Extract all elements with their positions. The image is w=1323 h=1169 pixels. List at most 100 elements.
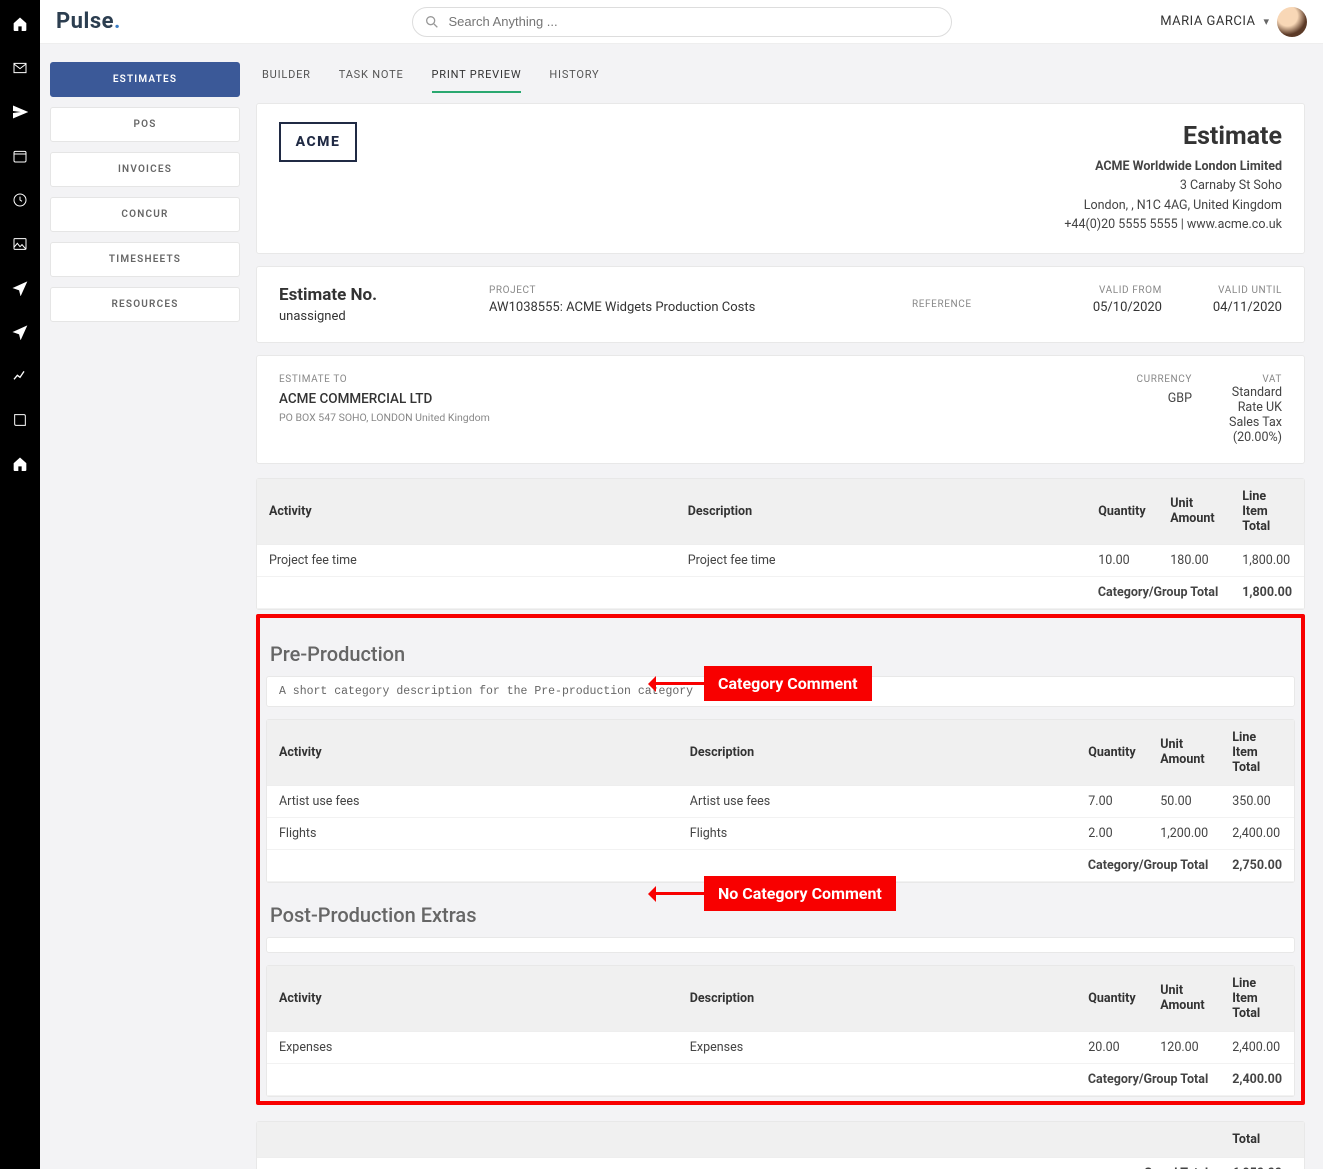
book-icon[interactable]	[12, 412, 28, 428]
location-icon[interactable]	[12, 280, 28, 296]
sidebar-item-estimates[interactable]: ESTIMATES	[50, 62, 240, 97]
annotation-tag-1: Category Comment	[704, 666, 872, 701]
tab-task-note[interactable]: TASK NOTE	[339, 62, 404, 93]
tabs: BUILDER TASK NOTE PRINT PREVIEW HISTORY	[256, 54, 1305, 93]
cell-description: Artist use fees	[678, 785, 1076, 817]
annotation-highlight: Category Comment No Category Comment Pre…	[256, 614, 1305, 1105]
cell-activity: Artist use fees	[267, 785, 678, 817]
category-comment-post	[266, 937, 1295, 953]
arrow-icon	[650, 682, 704, 685]
th-description: Description	[678, 966, 1076, 1032]
home-icon[interactable]	[12, 16, 28, 32]
tab-builder[interactable]: BUILDER	[262, 62, 311, 93]
cat-total-label: Category/Group Total	[257, 576, 1230, 608]
image-icon[interactable]	[12, 236, 28, 252]
company-contact: +44(0)20 5555 5555 | www.acme.co.uk	[1064, 215, 1282, 234]
tab-print-preview[interactable]: PRINT PREVIEW	[432, 62, 522, 93]
cell-quantity: 20.00	[1076, 1031, 1148, 1063]
company-addr1: 3 Carnaby St Soho	[1064, 176, 1282, 195]
grand-total-value: 6,950.00	[1220, 1157, 1304, 1169]
th-description: Description	[676, 479, 1086, 545]
sidebar-item-invoices[interactable]: INVOICES	[50, 152, 240, 187]
th-unit: Unit Amount	[1158, 479, 1230, 545]
sidebar-item-timesheets[interactable]: TIMESHEETS	[50, 242, 240, 277]
content: BUILDER TASK NOTE PRINT PREVIEW HISTORY …	[250, 44, 1323, 1169]
group-default-table: Activity Description Quantity Unit Amoun…	[256, 478, 1305, 610]
tab-history[interactable]: HISTORY	[549, 62, 599, 93]
search-wrap	[412, 7, 952, 37]
th-quantity: Quantity	[1086, 479, 1158, 545]
cat-total-value: 2,750.00	[1220, 849, 1294, 881]
th-total: Line Item Total	[1220, 966, 1294, 1032]
cat-total-value: 1,800.00	[1230, 576, 1304, 608]
annotation-callout-1: Category Comment	[650, 666, 872, 701]
cell-unit: 180.00	[1158, 544, 1230, 576]
sidebar-item-concur[interactable]: CONCUR	[50, 197, 240, 232]
th-total: Line Item Total	[1220, 720, 1294, 786]
valid-from-label: VALID FROM	[1062, 285, 1162, 296]
company-addr2: London, , N1C 4AG, United Kingdom	[1064, 196, 1282, 215]
th-activity: Activity	[267, 966, 678, 1032]
reference-label: REFERENCE	[912, 299, 1042, 310]
table-row: Artist use fees Artist use fees 7.00 50.…	[267, 785, 1294, 817]
th-quantity: Quantity	[1076, 720, 1148, 786]
grand-total-panel: Total Grand Total 6,950.00	[256, 1121, 1305, 1169]
location2-icon[interactable]	[12, 324, 28, 340]
table-row: Project fee time Project fee time 10.00 …	[257, 544, 1304, 576]
section-title-pre: Pre-Production	[270, 642, 1291, 666]
calendar-icon[interactable]	[12, 148, 28, 164]
cell-unit: 50.00	[1148, 785, 1220, 817]
user-menu[interactable]: MARIA GARCIA ▾	[1160, 7, 1307, 37]
project-label: PROJECT	[489, 285, 892, 296]
th-activity: Activity	[257, 479, 676, 545]
group-total-row: Category/Group Total 1,800.00	[257, 576, 1304, 608]
vat-value-4: (20.00%)	[1192, 430, 1282, 445]
currency-value: GBP	[1102, 391, 1192, 406]
cell-quantity: 10.00	[1086, 544, 1158, 576]
cell-unit: 1,200.00	[1148, 817, 1220, 849]
meta-panel: Estimate No. unassigned PROJECT AW103855…	[256, 266, 1305, 343]
th-quantity: Quantity	[1076, 966, 1148, 1032]
estimate-to-name: ACME COMMERCIAL LTD	[279, 391, 1102, 407]
sidebar-item-pos[interactable]: POS	[50, 107, 240, 142]
header-panel: ACME Estimate ACME Worldwide London Limi…	[256, 103, 1305, 254]
company-logo: ACME	[279, 122, 357, 162]
cell-unit: 120.00	[1148, 1031, 1220, 1063]
vat-value-3: Sales Tax	[1192, 415, 1282, 430]
user-name: MARIA GARCIA	[1160, 14, 1255, 29]
cell-total: 1,800.00	[1230, 544, 1304, 576]
estimate-to-panel: ESTIMATE TO ACME COMMERCIAL LTD PO BOX 5…	[256, 355, 1305, 464]
th-total: Line Item Total	[1230, 479, 1304, 545]
brand-logo: Pulse.	[56, 9, 121, 34]
th-unit: Unit Amount	[1148, 720, 1220, 786]
cell-quantity: 7.00	[1076, 785, 1148, 817]
clock-icon[interactable]	[12, 192, 28, 208]
topbar: Pulse. MARIA GARCIA ▾	[40, 0, 1323, 44]
valid-until-label: VALID UNTIL	[1182, 285, 1282, 296]
send-icon[interactable]	[12, 104, 28, 120]
cell-activity: Flights	[267, 817, 678, 849]
th-grand-total: Total	[1220, 1122, 1304, 1158]
grand-total-label: Grand Total	[257, 1157, 1220, 1169]
brand-text: Pulse	[56, 9, 114, 34]
annotation-tag-2: No Category Comment	[704, 876, 896, 911]
search-input[interactable]	[412, 7, 952, 37]
cat-total-value: 2,400.00	[1220, 1063, 1294, 1095]
th-activity: Activity	[267, 720, 678, 786]
table-row: Expenses Expenses 20.00 120.00 2,400.00	[267, 1031, 1294, 1063]
table-row: Flights Flights 2.00 1,200.00 2,400.00	[267, 817, 1294, 849]
cell-total: 350.00	[1220, 785, 1294, 817]
cell-quantity: 2.00	[1076, 817, 1148, 849]
sidebar-item-resources[interactable]: RESOURCES	[50, 287, 240, 322]
group-total-row: Category/Group Total 2,400.00	[267, 1063, 1294, 1095]
valid-until-value: 04/11/2020	[1182, 300, 1282, 315]
cell-total: 2,400.00	[1220, 1031, 1294, 1063]
chart-icon[interactable]	[12, 368, 28, 384]
th-unit: Unit Amount	[1148, 966, 1220, 1032]
home2-icon[interactable]	[12, 456, 28, 472]
cat-total-label: Category/Group Total	[267, 1063, 1220, 1095]
cell-activity: Expenses	[267, 1031, 678, 1063]
group-post-table: Activity Description Quantity Unit Amoun…	[266, 965, 1295, 1097]
mail-icon[interactable]	[12, 60, 28, 76]
icon-rail	[0, 0, 40, 1169]
